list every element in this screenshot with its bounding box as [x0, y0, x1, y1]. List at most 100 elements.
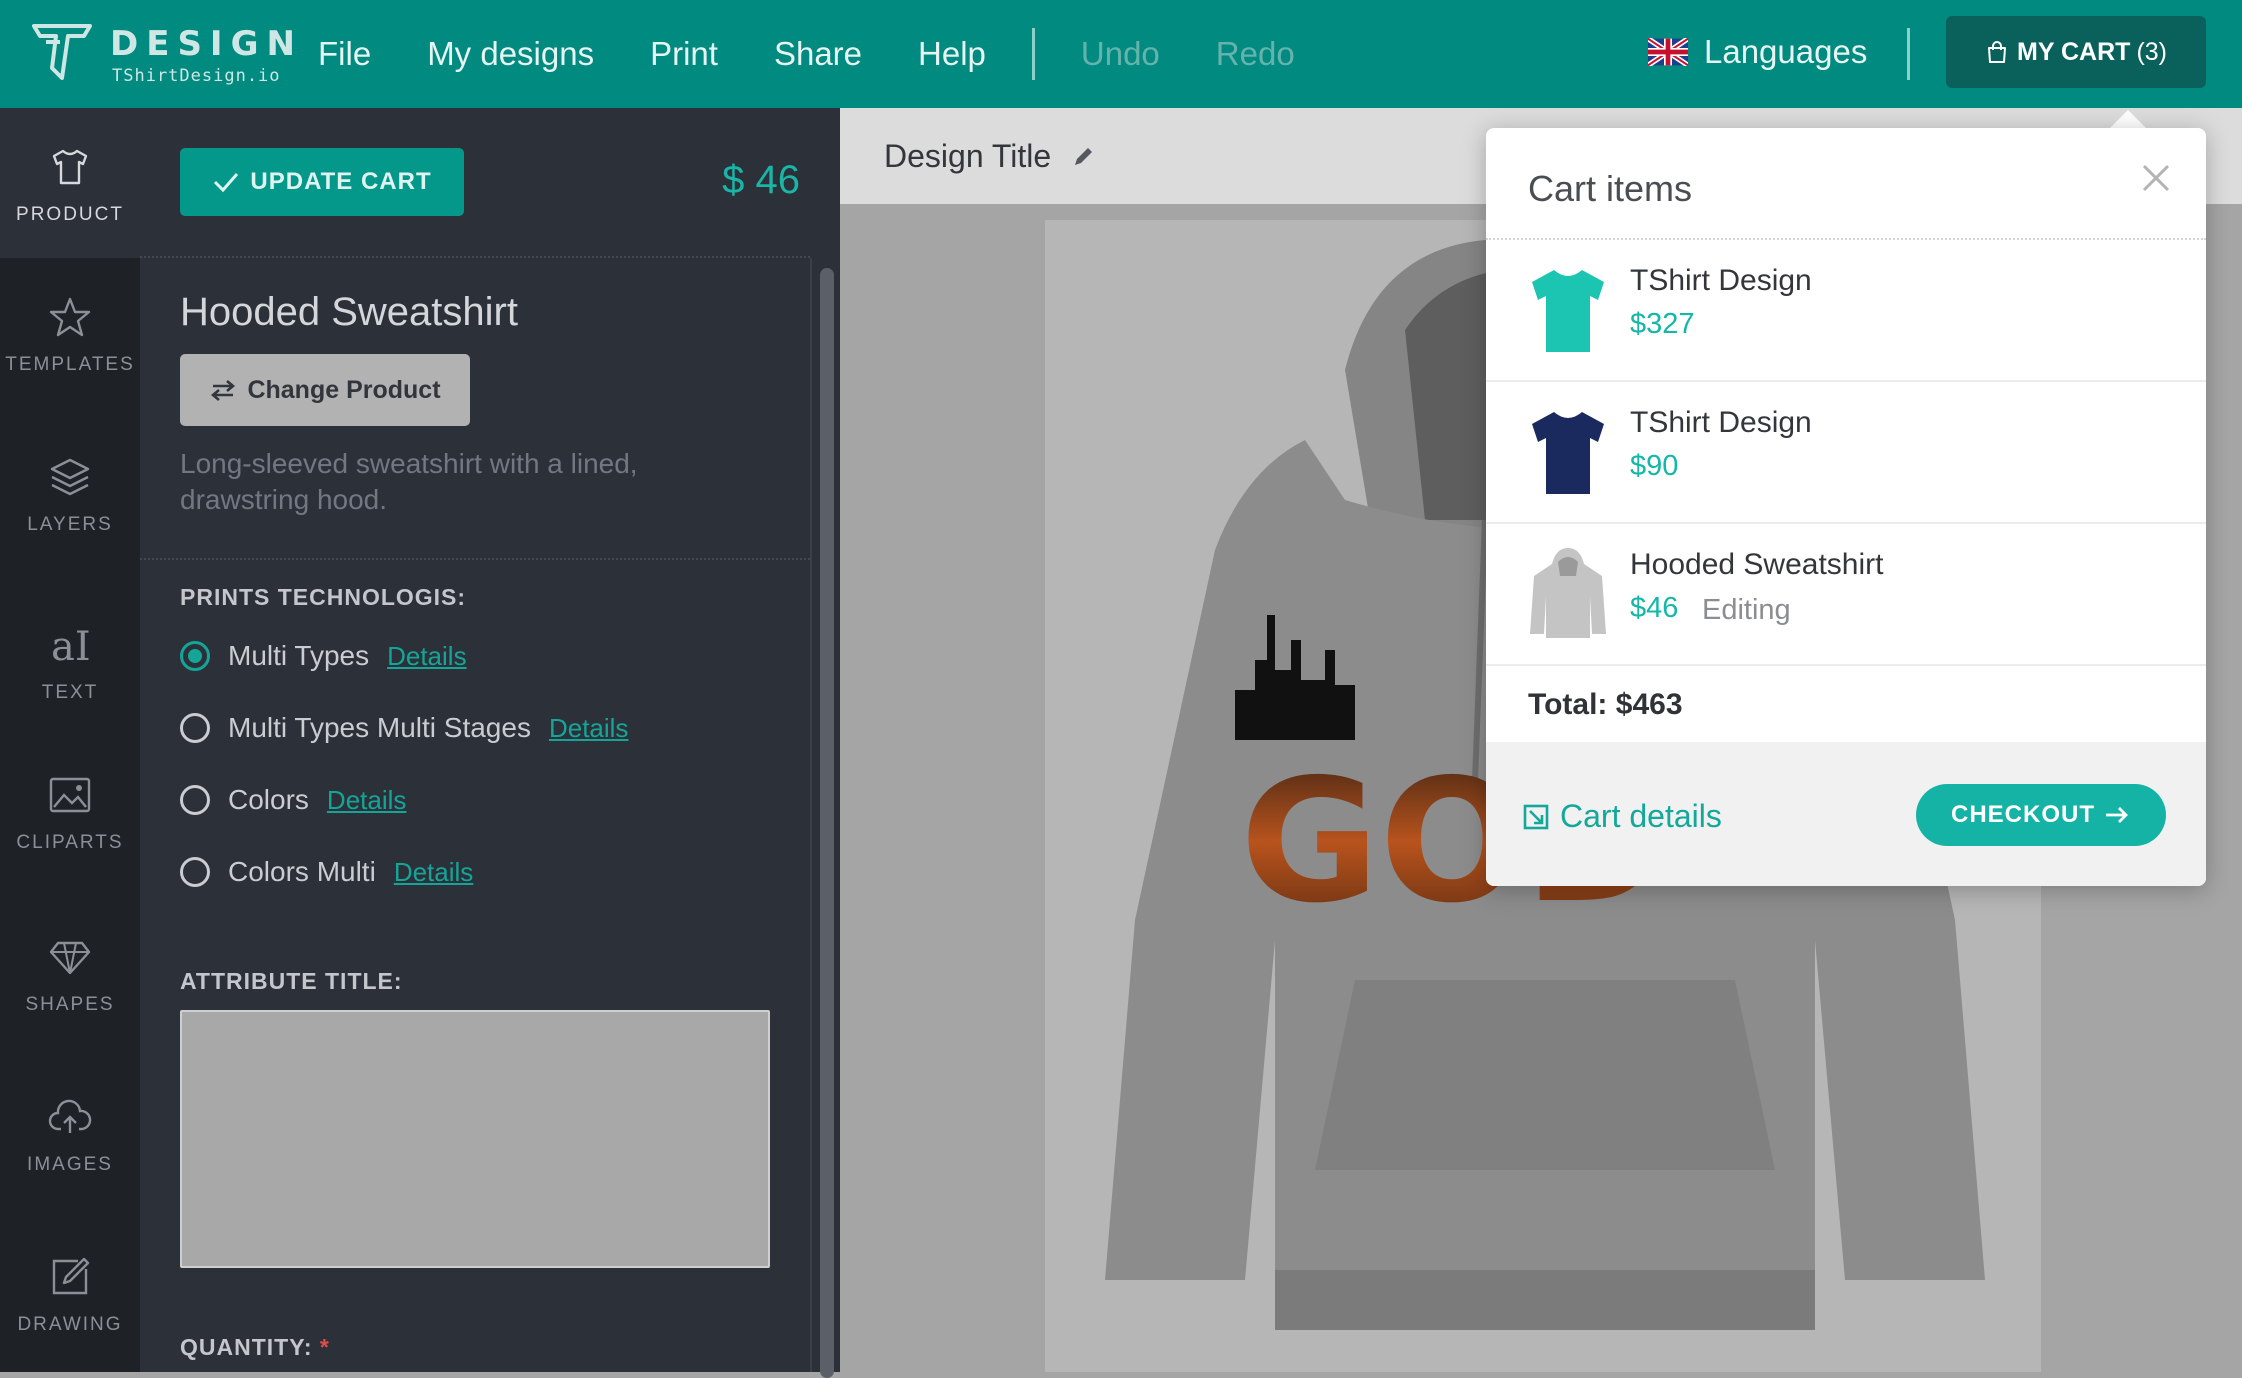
top-bar: DESIGN TShirtDesign.io File My designs P… — [0, 0, 2242, 108]
check-icon — [214, 173, 239, 193]
print-option-label: Multi Types — [228, 640, 370, 671]
cart-popover-footer: Cart details CHECKOUT — [1486, 742, 2206, 886]
rail-label-drawing: DRAWING — [17, 1314, 123, 1335]
menu-my-designs[interactable]: My designs — [427, 35, 594, 73]
rail-item-shapes[interactable]: SHAPES — [0, 898, 140, 1048]
rail-label-product: PRODUCT — [16, 204, 124, 225]
print-option-label: Colors — [228, 784, 309, 815]
edit-pencil-icon — [1075, 147, 1093, 165]
radio-colors-multi[interactable] — [180, 857, 210, 887]
rail-item-images[interactable]: IMAGES — [0, 1058, 140, 1208]
product-panel: UPDATE CART $ 46 Hooded Sweatshirt Chang… — [140, 108, 842, 1378]
close-icon[interactable] — [2140, 162, 2172, 194]
details-link[interactable]: Details — [327, 785, 406, 816]
design-title[interactable]: Design Title — [884, 138, 1095, 175]
layers-icon — [50, 458, 90, 496]
logo[interactable]: DESIGN TShirtDesign.io — [32, 20, 295, 90]
popover-arrow — [2108, 110, 2148, 130]
rail-item-templates[interactable]: TEMPLATES — [0, 258, 140, 408]
hoodie-thumbnail — [1530, 548, 1606, 638]
languages-label: Languages — [1704, 33, 1868, 70]
rail-item-cliparts[interactable]: CLIPARTS — [0, 736, 140, 886]
attribute-title-label: ATTRIBUTE TITLE: — [180, 968, 403, 994]
shopping-bag-icon — [1988, 41, 2006, 63]
cart-item-price: $90 — [1630, 450, 1679, 482]
menu-divider — [1031, 28, 1035, 80]
cart-item-name: TShirt Design — [1630, 264, 1812, 297]
main-menu: File My designs Print Share Help Undo Re… — [318, 0, 1351, 108]
panel-divider — [140, 558, 810, 560]
cart-item-status: Editing — [1702, 594, 1791, 626]
rail-item-text[interactable]: aI TEXT — [0, 586, 140, 736]
radio-colors[interactable] — [180, 785, 210, 815]
menu-help[interactable]: Help — [918, 35, 986, 73]
cart-item-price: $46 — [1630, 592, 1679, 624]
undo-button[interactable]: Undo — [1081, 35, 1160, 73]
cart-details-link[interactable]: Cart details — [1522, 798, 1722, 835]
required-marker: * — [319, 1334, 330, 1360]
print-option-label: Colors Multi — [228, 856, 376, 887]
cart-item[interactable]: TShirt Design $90 — [1486, 382, 2206, 522]
menu-share[interactable]: Share — [774, 35, 862, 73]
prints-technologies-label: PRINTS TECHNOLOGIS: — [180, 584, 467, 610]
attribute-title-textarea[interactable] — [180, 1010, 770, 1268]
star-icon — [49, 297, 91, 337]
change-product-button[interactable]: Change Product — [180, 354, 470, 426]
external-link-icon — [1523, 804, 1549, 829]
rail-item-layers[interactable]: LAYERS — [0, 418, 140, 568]
tshirt-thumbnail — [1532, 412, 1604, 494]
rail-item-product[interactable]: PRODUCT — [0, 108, 140, 258]
product-price: $ 46 — [722, 158, 800, 202]
logo-title: DESIGN — [110, 24, 303, 64]
languages-button[interactable]: Languages — [1648, 26, 1867, 78]
redo-button[interactable]: Redo — [1216, 35, 1295, 73]
product-name: Hooded Sweatshirt — [180, 290, 518, 334]
rail-label-cliparts: CLIPARTS — [16, 832, 124, 853]
rail-label-shapes: SHAPES — [25, 994, 115, 1015]
swap-icon — [211, 380, 236, 401]
quantity-label: QUANTITY: * — [180, 1334, 330, 1361]
my-cart-label: MY CART — [2017, 37, 2131, 66]
arrow-right-icon — [2106, 807, 2128, 823]
details-link[interactable]: Details — [549, 713, 628, 744]
cart-total: Total: $463 — [1528, 688, 1683, 721]
print-option-colors-multi[interactable]: Colors Multi Details — [180, 856, 473, 888]
tshirt-icon — [52, 149, 88, 185]
menu-print[interactable]: Print — [650, 35, 718, 73]
details-link[interactable]: Details — [387, 641, 466, 672]
cart-item-price: $327 — [1630, 308, 1695, 340]
text-icon: aI — [51, 624, 91, 668]
cart-item-name: Hooded Sweatshirt — [1630, 548, 1884, 581]
cart-item[interactable]: Hooded Sweatshirt $46 Editing — [1486, 524, 2206, 664]
print-option-label: Multi Types Multi Stages — [228, 712, 531, 743]
menu-file[interactable]: File — [318, 35, 371, 73]
cart-details-label: Cart details — [1560, 798, 1722, 834]
product-description: Long-sleeved sweatshirt with a lined, dr… — [180, 448, 638, 515]
checkout-button[interactable]: CHECKOUT — [1916, 784, 2166, 846]
cloud-upload-icon — [48, 1099, 92, 1133]
diamond-icon — [49, 941, 91, 975]
cart-item-name: TShirt Design — [1630, 406, 1812, 439]
uk-flag-icon — [1648, 38, 1688, 66]
print-option-multi-types-multi-stages[interactable]: Multi Types Multi Stages Details — [180, 712, 628, 744]
radio-multi-types-multi-stages[interactable] — [180, 713, 210, 743]
header-divider — [1907, 28, 1910, 80]
my-cart-button[interactable]: MY CART (3) — [1946, 16, 2206, 88]
cart-item[interactable]: TShirt Design $327 — [1486, 240, 2206, 380]
svg-text:aI: aI — [51, 624, 91, 668]
update-cart-label: UPDATE CART — [250, 168, 432, 195]
update-cart-button[interactable]: UPDATE CART — [180, 148, 464, 216]
radio-multi-types[interactable] — [180, 641, 210, 671]
cart-popover: Cart items TShirt Design $327 TShirt Des… — [1486, 128, 2206, 886]
image-icon — [49, 777, 91, 813]
popover-divider — [1486, 664, 2206, 666]
logo-mark-icon — [32, 24, 92, 80]
panel-scrollbar-thumb[interactable] — [820, 268, 834, 1378]
print-option-colors[interactable]: Colors Details — [180, 784, 406, 816]
logo-subtitle: TShirtDesign.io — [112, 66, 281, 86]
cart-count: (3) — [2136, 37, 2167, 66]
checkout-label: CHECKOUT — [1951, 801, 2095, 828]
rail-item-drawing[interactable]: DRAWING — [0, 1218, 140, 1368]
details-link[interactable]: Details — [394, 857, 473, 888]
print-option-multi-types[interactable]: Multi Types Details — [180, 640, 467, 672]
